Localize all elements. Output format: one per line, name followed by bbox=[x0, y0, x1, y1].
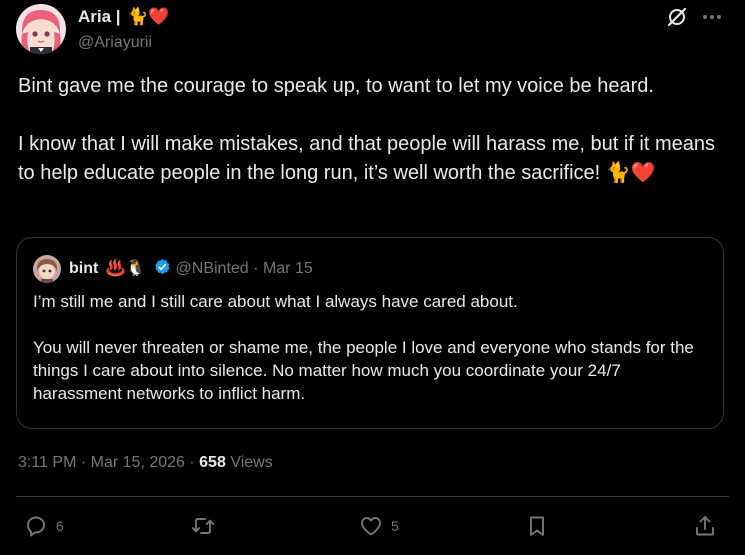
share-icon bbox=[696, 516, 714, 536]
author-display-name[interactable]: Aria | bbox=[78, 6, 121, 28]
more-button[interactable] bbox=[700, 6, 724, 28]
quote-handle[interactable]: @NBinted bbox=[176, 260, 249, 277]
like-button[interactable]: 5 bbox=[359, 514, 399, 538]
divider bbox=[16, 496, 729, 497]
views-label: Views bbox=[230, 454, 273, 471]
quoted-post[interactable]: bint ♨️🐧 @NBinted · Mar 15 I’m still me … bbox=[16, 237, 724, 429]
repost-icon bbox=[191, 518, 215, 534]
like-count: 5 bbox=[391, 518, 399, 534]
post-meta: 3:11 PM · Mar 15, 2026 · 658 Views bbox=[18, 453, 273, 473]
quote-separator: · bbox=[253, 260, 259, 277]
verified-badge-icon bbox=[155, 259, 170, 275]
reply-button[interactable]: 6 bbox=[24, 514, 64, 538]
like-icon bbox=[361, 517, 381, 536]
meta-separator: · bbox=[189, 454, 195, 471]
quote-paragraph: I’m still me and I still care about what… bbox=[33, 292, 518, 311]
author-handle[interactable]: @Ariayurii bbox=[78, 33, 169, 53]
repost-button[interactable] bbox=[191, 514, 223, 538]
post: Aria | 🐈❤️ @Ariayurii Bint gave me the c… bbox=[0, 0, 745, 555]
quote-text: I’m still me and I still care about what… bbox=[33, 290, 705, 405]
grok-button[interactable] bbox=[666, 6, 688, 28]
grok-icon bbox=[667, 7, 687, 27]
reply-icon bbox=[27, 516, 45, 537]
share-button[interactable] bbox=[693, 514, 717, 538]
author-block: Aria | 🐈❤️ @Ariayurii bbox=[78, 6, 169, 53]
quote-paragraph: You will never threaten or shame me, the… bbox=[33, 338, 694, 403]
post-date[interactable]: Mar 15, 2026 bbox=[91, 454, 185, 471]
quote-date[interactable]: Mar 15 bbox=[263, 260, 313, 277]
bookmark-icon bbox=[530, 516, 544, 536]
quote-name-emojis: ♨️🐧 bbox=[105, 260, 146, 277]
quote-avatar[interactable] bbox=[33, 255, 61, 283]
bookmark-button[interactable] bbox=[525, 514, 549, 538]
post-paragraph: I know that I will make mistakes, and th… bbox=[18, 133, 715, 184]
post-time[interactable]: 3:11 PM bbox=[18, 454, 76, 471]
author-avatar[interactable] bbox=[16, 4, 66, 54]
quote-header: bint ♨️🐧 @NBinted · Mar 15 bbox=[69, 258, 313, 279]
meta-separator: · bbox=[80, 454, 87, 471]
more-icon bbox=[703, 15, 721, 19]
quote-display-name[interactable]: bint bbox=[69, 260, 98, 277]
post-text: Bint gave me the courage to speak up, to… bbox=[18, 72, 730, 188]
post-paragraph: Bint gave me the courage to speak up, to… bbox=[18, 75, 654, 97]
views-count: 658 bbox=[199, 454, 226, 471]
reply-count: 6 bbox=[56, 518, 64, 534]
author-name-emojis: 🐈❤️ bbox=[127, 7, 170, 26]
